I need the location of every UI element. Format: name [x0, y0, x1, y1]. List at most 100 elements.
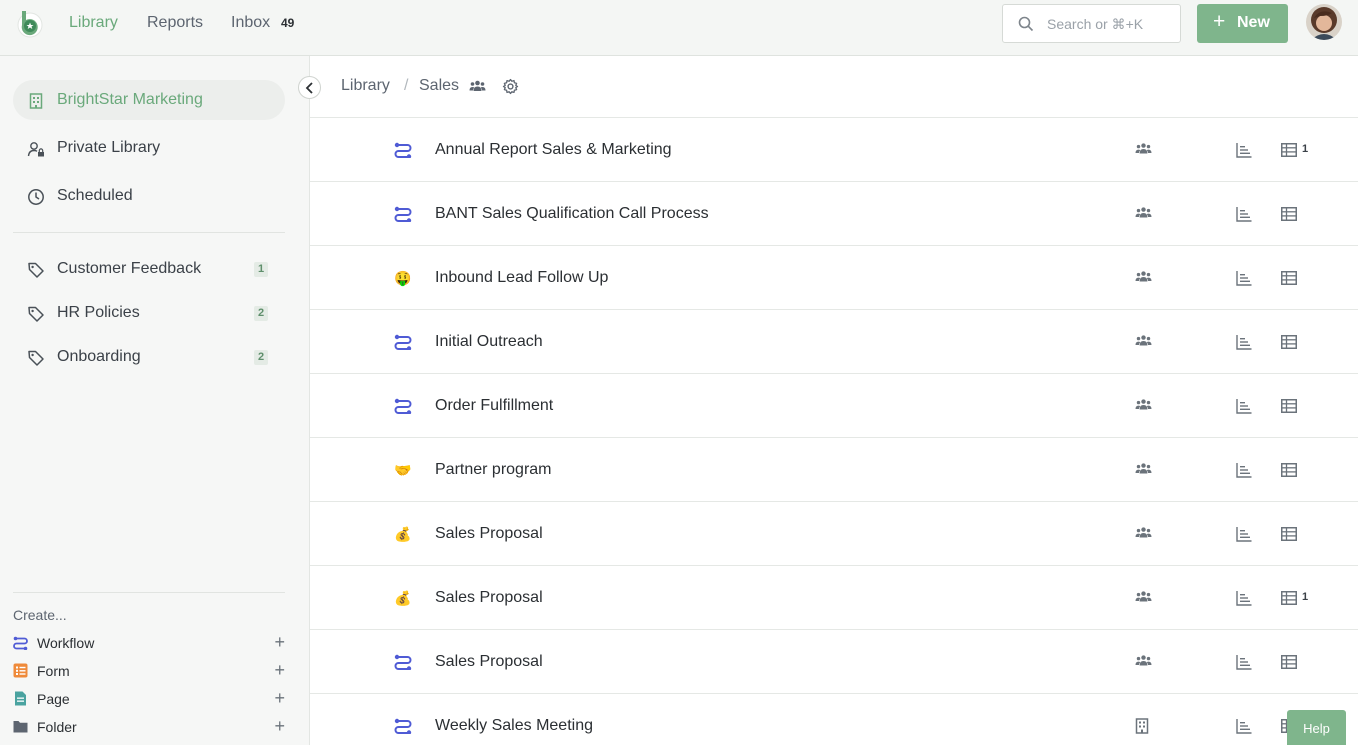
workflow-icon	[394, 142, 412, 159]
report-chart-icon[interactable]	[1236, 270, 1252, 291]
item-name[interactable]: Order Fulfillment	[435, 397, 553, 415]
report-chart-icon[interactable]	[1236, 142, 1252, 163]
collapse-sidebar-button[interactable]	[298, 76, 321, 99]
group-icon[interactable]	[1135, 270, 1152, 288]
top-bar: Library Reports Inbox 49 Search or ⌘+K +…	[0, 0, 1358, 56]
sidebar-item-brightstar-marketing[interactable]: BrightStar Marketing	[13, 80, 285, 120]
list-item[interactable]: 🤑 Inbound Lead Follow Up	[310, 246, 1358, 310]
list-item[interactable]: 💰 Sales Proposal 1	[310, 566, 1358, 630]
new-button-label: New	[1237, 14, 1270, 31]
group-icon[interactable]	[1135, 142, 1152, 160]
item-name[interactable]: BANT Sales Qualification Call Process	[435, 205, 709, 223]
sidebar-item-private-library[interactable]: Private Library	[13, 128, 285, 168]
table-icon[interactable]	[1281, 655, 1297, 674]
sidebar: BrightStar Marketing Private Library Sch…	[0, 56, 310, 745]
list-item[interactable]: BANT Sales Qualification Call Process	[310, 182, 1358, 246]
group-icon[interactable]	[469, 79, 486, 93]
create-form[interactable]: Form +	[13, 660, 285, 682]
search-input[interactable]: Search or ⌘+K	[1002, 4, 1181, 43]
create-page[interactable]: Page +	[13, 688, 285, 710]
help-button[interactable]: Help	[1287, 710, 1346, 745]
report-chart-icon[interactable]	[1236, 526, 1252, 547]
create-item-label: Form	[37, 663, 70, 679]
report-chart-icon[interactable]	[1236, 398, 1252, 419]
new-button[interactable]: + New	[1197, 4, 1288, 43]
list-item[interactable]: Annual Report Sales & Marketing 1	[310, 118, 1358, 182]
sidebar-tag-customer-feedback[interactable]: Customer Feedback 1	[13, 249, 285, 289]
workflow-icon	[394, 718, 412, 735]
table-icon[interactable]	[1281, 591, 1297, 610]
tag-count-badge: 2	[254, 306, 268, 321]
table-count: 1	[1302, 591, 1309, 603]
list-item[interactable]: Initial Outreach	[310, 310, 1358, 374]
app-logo-icon[interactable]	[15, 8, 45, 38]
search-placeholder: Search or ⌘+K	[1047, 16, 1144, 32]
nav-library[interactable]: Library	[69, 13, 118, 33]
gear-icon[interactable]	[502, 78, 519, 95]
breadcrumb-sales[interactable]: Sales	[419, 77, 459, 95]
report-chart-icon[interactable]	[1236, 462, 1252, 483]
plus-icon[interactable]: +	[274, 716, 285, 736]
report-chart-icon[interactable]	[1236, 334, 1252, 355]
plus-icon[interactable]: +	[274, 688, 285, 708]
create-workflow[interactable]: Workflow +	[13, 632, 285, 654]
list-item[interactable]: Sales Proposal	[310, 630, 1358, 694]
item-name[interactable]: Sales Proposal	[435, 525, 543, 543]
table-icon[interactable]	[1281, 335, 1297, 354]
item-name[interactable]: Partner program	[435, 461, 552, 479]
list-item[interactable]: 🤝 Partner program	[310, 438, 1358, 502]
table-icon[interactable]	[1281, 399, 1297, 418]
table-icon[interactable]	[1281, 207, 1297, 226]
clock-icon	[28, 189, 44, 205]
sidebar-divider	[13, 232, 285, 233]
group-icon[interactable]	[1135, 654, 1152, 672]
form-icon	[13, 663, 28, 678]
table-icon[interactable]	[1281, 271, 1297, 290]
plus-icon[interactable]: +	[274, 632, 285, 652]
list-item[interactable]: Weekly Sales Meeting	[310, 694, 1358, 745]
item-name[interactable]: Sales Proposal	[435, 653, 543, 671]
create-folder[interactable]: Folder +	[13, 716, 285, 738]
item-name[interactable]: Sales Proposal	[435, 589, 543, 607]
workflow-icon	[394, 334, 412, 351]
group-icon[interactable]	[1135, 462, 1152, 480]
person-lock-icon	[27, 142, 44, 157]
table-icon[interactable]	[1281, 143, 1297, 162]
report-chart-icon[interactable]	[1236, 654, 1252, 675]
nav-reports[interactable]: Reports	[147, 13, 203, 33]
sidebar-tag-onboarding[interactable]: Onboarding 2	[13, 337, 285, 377]
table-icon[interactable]	[1281, 527, 1297, 546]
report-chart-icon[interactable]	[1236, 590, 1252, 611]
list-item[interactable]: 💰 Sales Proposal	[310, 502, 1358, 566]
plus-icon: +	[1213, 10, 1226, 33]
report-chart-icon[interactable]	[1236, 206, 1252, 227]
breadcrumb-library[interactable]: Library	[341, 77, 390, 95]
create-item-label: Page	[37, 691, 70, 707]
item-name[interactable]: Initial Outreach	[435, 333, 543, 351]
list-item[interactable]: Order Fulfillment	[310, 374, 1358, 438]
report-chart-icon[interactable]	[1236, 718, 1252, 739]
group-icon[interactable]	[1135, 398, 1152, 416]
group-icon[interactable]	[1135, 526, 1152, 544]
building-icon	[29, 93, 43, 109]
group-icon[interactable]	[1135, 334, 1152, 352]
item-name[interactable]: Weekly Sales Meeting	[435, 717, 593, 735]
group-icon[interactable]	[1135, 590, 1152, 608]
create-item-label: Folder	[37, 719, 77, 735]
item-name[interactable]: Inbound Lead Follow Up	[435, 269, 608, 287]
plus-icon[interactable]: +	[274, 660, 285, 680]
nav-inbox[interactable]: Inbox	[231, 13, 270, 33]
page-icon	[15, 691, 26, 706]
sidebar-item-scheduled[interactable]: Scheduled	[13, 176, 285, 216]
sidebar-tag-label: Onboarding	[57, 348, 141, 365]
sidebar-tag-hr-policies[interactable]: HR Policies 2	[13, 293, 285, 333]
avatar[interactable]	[1306, 4, 1342, 40]
create-label: Create...	[13, 607, 67, 623]
group-icon[interactable]	[1135, 206, 1152, 224]
item-name[interactable]: Annual Report Sales & Marketing	[435, 141, 672, 159]
building-icon[interactable]	[1135, 718, 1149, 739]
workflow-icon	[394, 654, 412, 671]
money-face-emoji: 🤑	[394, 270, 412, 286]
table-icon[interactable]	[1281, 463, 1297, 482]
workflow-icon	[394, 206, 412, 223]
